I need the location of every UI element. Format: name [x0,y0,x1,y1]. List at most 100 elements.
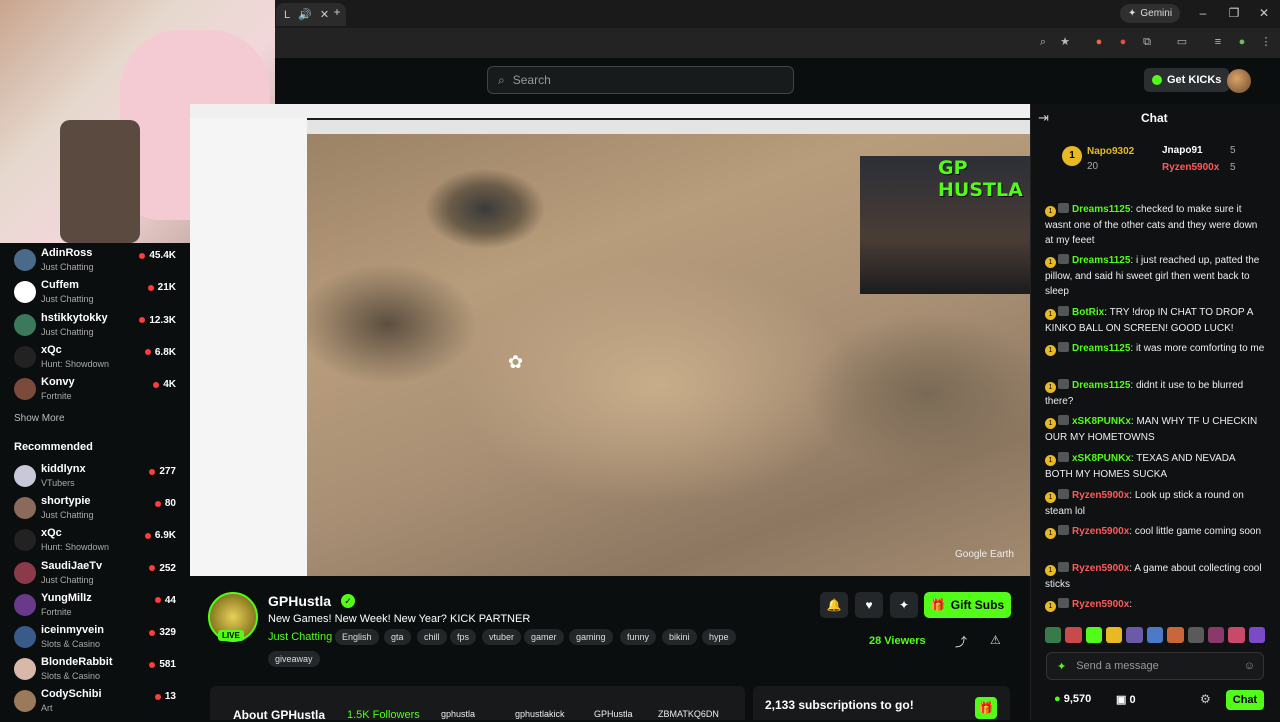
sidebar-item-xqc[interactable]: xQc Hunt: Showdown 6.9K [14,526,180,556]
channel-name: Cuffem [41,279,79,292]
emote-icon[interactable] [1085,627,1103,643]
social-youtube[interactable]: GPHustla [594,709,633,719]
emote-icon[interactable] [1207,627,1225,643]
get-kicks-button[interactable]: Get KICKs [1144,68,1230,92]
search-input[interactable]: ⌕ Search [487,66,794,94]
sidebar-item-saudijaetv[interactable]: SaudiJaeTv Just Chatting 252 [14,559,180,589]
badge-icon: 1 [1045,492,1056,503]
channel-category: Fortnite [41,606,72,617]
stream-tag[interactable]: bikini [662,629,697,645]
stream-tag[interactable]: gaming [569,629,613,645]
stream-tag[interactable]: chill [417,629,447,645]
emote-icon[interactable] [1228,627,1245,643]
notification-bell-icon[interactable]: 🔔 [820,592,848,618]
sidebar-item-konvy[interactable]: Konvy Fortnite 4K [14,375,180,405]
send-chat-button[interactable]: Chat [1226,690,1264,710]
streamer-name[interactable]: GPHustla [268,593,331,609]
extension-icon[interactable]: ● [1116,35,1130,49]
stream-tag[interactable]: fps [450,629,477,645]
stream-tag[interactable]: giveaway [268,651,320,667]
chat-username[interactable]: BotRix [1072,307,1104,318]
stream-category[interactable]: Just Chatting [268,631,332,643]
video-player[interactable]: ✿ GP HUSTLA Google Earth [190,104,1030,576]
chat-username[interactable]: Dreams1125 [1072,343,1130,354]
leader-name[interactable]: Jnapo91 [1162,145,1203,156]
profile-icon[interactable]: ● [1235,35,1249,49]
chat-settings-icon[interactable]: ⚙ [1200,692,1211,706]
stream-tag[interactable]: gamer [524,629,564,645]
boost-icon[interactable]: ✦ [890,592,918,618]
emote-icon[interactable] [1187,627,1204,643]
sidebar-item-hstikkytokky[interactable]: hstikkytokky Just Chatting 12.3K [14,311,180,341]
sidebar-item-kiddlynx[interactable]: kiddlynx VTubers 277 [14,462,180,492]
stream-tag[interactable]: gta [384,629,411,645]
chat-input[interactable]: ✦ Send a message ☺ [1046,652,1264,680]
emote-icon[interactable] [1248,627,1265,643]
sidebar-item-shortypie[interactable]: shortypie Just Chatting 80 [14,494,180,524]
social-instagram[interactable]: gphustlakick [515,709,565,719]
stream-tag[interactable]: funny [620,629,657,645]
chat-username[interactable]: Dreams1125 [1072,204,1130,215]
sidebar-item-yungmiliz[interactable]: YungMilIz Fortnite 44 [14,591,180,621]
chat-username[interactable]: Ryzen5900x [1072,563,1129,574]
gift-subs-button[interactable]: 🎁 Gift Subs [924,592,1011,618]
close-window-button[interactable]: ✕ [1252,6,1276,20]
media-icon[interactable]: ≡ [1211,35,1225,49]
stream-tag[interactable]: hype [702,629,736,645]
sidebar-item-blonderabbit[interactable]: BlondeRabbit Slots & Casino 581 [14,655,180,685]
share-icon[interactable]: ⤴ [955,633,967,650]
gemini-button[interactable]: ✦ Gemini [1120,4,1181,23]
zoom-icon[interactable]: ⌕ [1036,35,1050,49]
emote-icon[interactable] [1045,627,1062,643]
channel-category: Slots & Casino [41,639,101,649]
chat-message: 1 Ryzen5900x: A game about collecting coo… [1045,561,1265,592]
search-placeholder: Search [512,73,551,87]
emote-icon[interactable] [1126,627,1143,643]
emote-icon[interactable] [1146,627,1164,643]
live-dot-icon [139,252,146,259]
leader-name[interactable]: Napo9302 [1087,146,1134,157]
puzzle-icon[interactable]: ⧉ [1140,35,1154,49]
report-icon[interactable]: ⚠ [990,633,1001,647]
social-x[interactable]: gphustla [441,709,475,719]
bookmark-star-icon[interactable]: ★ [1058,35,1072,49]
user-avatar[interactable] [1227,69,1251,93]
sidebar-item-xqc[interactable]: xQc Hunt: Showdown 6.8K [14,343,180,373]
follow-heart-icon[interactable]: ♥ [855,592,883,618]
speaker-icon[interactable]: 🔊 [298,8,312,21]
emote-icon[interactable] [1065,627,1082,643]
maximize-button[interactable]: ❐ [1222,6,1246,20]
sidebar-item-cuffem[interactable]: Cuffem Just Chatting 21K [14,278,180,308]
viewer-count-text: 6.9K [154,530,176,542]
sub-badge-icon [1058,342,1069,352]
chat-username[interactable]: xSK8PUNKx [1072,416,1131,427]
viewer-count: 28 Viewers [869,635,926,647]
chat-username[interactable]: Dreams1125 [1072,380,1130,391]
sidebar-item-adinross[interactable]: AdinRoss Just Chatting 45.4K [14,246,180,276]
sidebar-item-codyschibi[interactable]: CodySchibi Art 13 [14,687,180,717]
emote-icon[interactable] [1106,627,1123,643]
minimize-button[interactable]: – [1191,6,1215,20]
social-discord[interactable]: ZBMATKQ6DN [658,709,719,719]
recommended-title: Recommended [14,441,93,453]
viewer-count-text: 581 [159,659,176,671]
new-tab-button[interactable]: + [325,5,349,19]
stream-tag[interactable]: English [335,629,379,645]
sidebar-item-iceinmyvein[interactable]: iceinmyvein Slots & Casino 329 [14,623,180,653]
chat-username[interactable]: xSK8PUNKx [1072,453,1131,464]
collapse-chat-icon[interactable]: ⇥ [1038,110,1049,126]
sidepanel-icon[interactable]: ▭ [1175,35,1189,49]
emote-icon[interactable] [1167,627,1184,643]
chat-username[interactable]: Ryzen5900x [1072,490,1129,501]
emoji-icon[interactable]: ☺ [1244,660,1255,672]
leader-name[interactable]: Ryzen5900x [1162,162,1219,173]
menu-icon[interactable]: ⋮ [1259,35,1273,49]
chat-username[interactable]: Ryzen5900x [1072,526,1129,537]
chat-username[interactable]: Ryzen5900x [1072,599,1129,610]
subs-goal-gift-button[interactable]: 🎁 [975,697,997,719]
chat-separator: : [1129,599,1133,610]
extension-icon[interactable]: ● [1092,35,1106,49]
show-more-link[interactable]: Show More [14,413,65,424]
stream-tag[interactable]: vtuber [482,629,522,645]
chat-username[interactable]: Dreams1125 [1072,255,1130,266]
